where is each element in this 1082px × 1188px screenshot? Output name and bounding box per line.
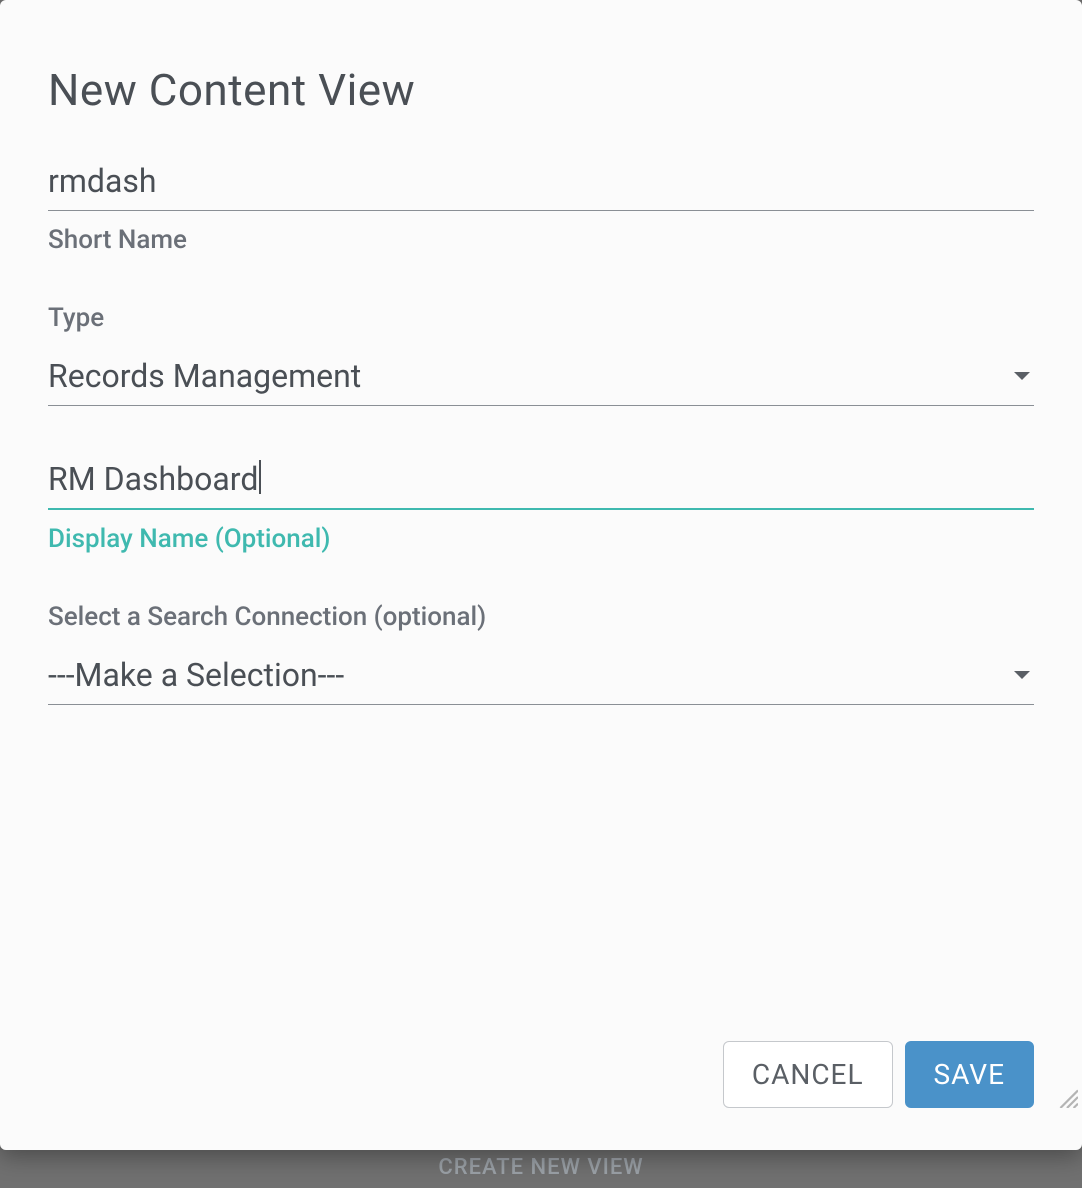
resize-handle-icon[interactable] xyxy=(1056,1086,1078,1108)
short-name-field-group: Short Name xyxy=(48,156,1034,255)
type-field-group: Type Records Management xyxy=(48,303,1034,406)
dialog-title: New Content View xyxy=(48,64,1034,116)
display-name-input[interactable]: RM Dashboard xyxy=(48,454,1034,510)
display-name-label: Display Name (Optional) xyxy=(48,524,1034,554)
type-select[interactable]: Records Management xyxy=(48,351,1034,406)
search-connection-label: Select a Search Connection (optional) xyxy=(48,602,1034,632)
search-connection-field-group: Select a Search Connection (optional) --… xyxy=(48,602,1034,705)
display-name-field-group: RM Dashboard Display Name (Optional) xyxy=(48,454,1034,554)
chevron-down-icon xyxy=(1014,671,1030,679)
dialog-button-row: CANCEL SAVE xyxy=(723,1041,1034,1108)
cancel-button[interactable]: CANCEL xyxy=(723,1041,893,1108)
short-name-input[interactable] xyxy=(48,156,1034,211)
new-content-view-dialog: New Content View Short Name Type Records… xyxy=(0,0,1082,1150)
type-select-value: Records Management xyxy=(48,357,361,395)
search-connection-select[interactable]: ---Make a Selection--- xyxy=(48,650,1034,705)
search-connection-value: ---Make a Selection--- xyxy=(48,656,344,694)
short-name-label: Short Name xyxy=(48,225,1034,255)
display-name-value: RM Dashboard xyxy=(48,460,258,498)
text-cursor-icon xyxy=(259,460,261,494)
save-button[interactable]: SAVE xyxy=(905,1041,1034,1108)
create-new-view-background-button: CREATE NEW VIEW xyxy=(438,1155,643,1180)
type-label: Type xyxy=(48,303,1034,333)
chevron-down-icon xyxy=(1014,372,1030,380)
